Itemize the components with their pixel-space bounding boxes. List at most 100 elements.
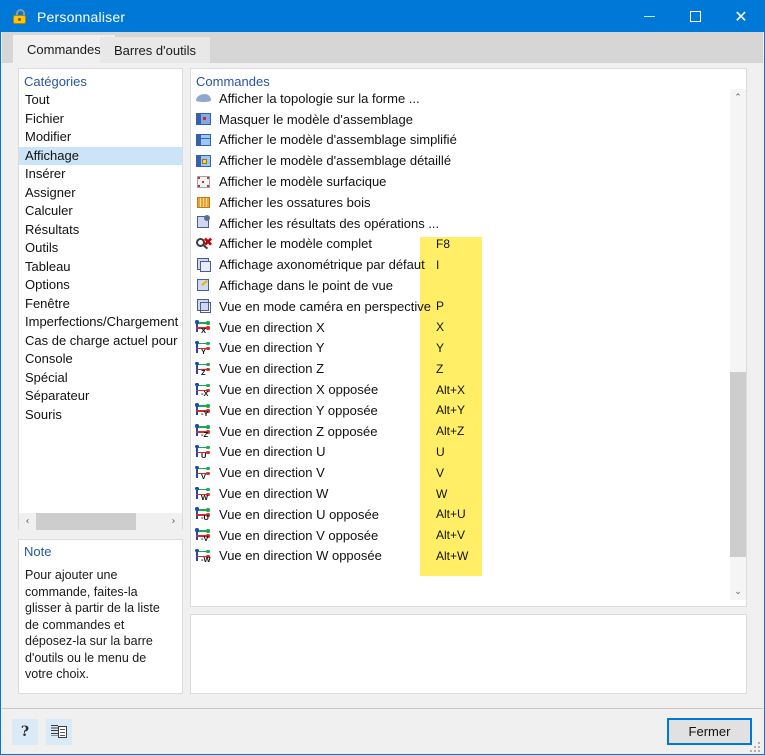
command-row[interactable]: Vue en mode caméra en perspective P (191, 296, 728, 317)
command-row[interactable]: -U Vue en direction U opposée Alt+U (191, 504, 728, 525)
command-label: Affichage dans le point de vue (219, 278, 393, 294)
category-item[interactable]: Résultats (19, 221, 182, 240)
category-item[interactable]: Fichier (19, 110, 182, 129)
command-row[interactable]: Afficher le modèle d'assemblage simplifi… (191, 130, 728, 151)
commands-list-viewport: Afficher la topologie sur la forme ... Ma… (191, 88, 746, 600)
perspective-camera-icon (195, 298, 213, 314)
close-icon: ✕ (734, 6, 748, 26)
command-row[interactable]: X Vue en direction X X (191, 317, 728, 338)
command-row[interactable]: W Vue en direction W W (191, 483, 728, 504)
category-item[interactable]: Cas de charge actuel pour les (19, 332, 182, 351)
tab-barres-doutils[interactable]: Barres d'outils (100, 37, 210, 63)
hscroll-thumb[interactable] (36, 513, 136, 530)
category-item[interactable]: Fenêtre (19, 295, 182, 314)
hscroll-track[interactable] (36, 513, 165, 530)
command-row[interactable]: U Vue en direction U U (191, 442, 728, 463)
command-label: Vue en direction V (219, 465, 325, 481)
command-row[interactable]: Afficher le modèle surfacique (191, 171, 728, 192)
scroll-down-icon[interactable]: ⌄ (730, 583, 746, 600)
commands-title: Commandes (196, 74, 270, 89)
command-row[interactable]: -Y Vue en direction Y opposée Alt+Y (191, 400, 728, 421)
command-label: Masquer le modèle d'assemblage (219, 111, 413, 127)
category-item[interactable]: Console (19, 350, 182, 369)
command-row[interactable]: Masquer le modèle d'assemblage (191, 109, 728, 130)
command-shortcut: Alt+U (436, 507, 466, 522)
lock-icon (12, 8, 28, 25)
title-bar: Personnaliser ✕ (1, 1, 764, 32)
minimize-icon (643, 16, 655, 17)
simplified-assembly-icon (195, 132, 213, 148)
command-shortcut: V (436, 465, 445, 480)
commands-vertical-scrollbar[interactable]: ⌃ ⌄ (730, 89, 746, 600)
category-item[interactable]: Options (19, 276, 182, 295)
topology-icon (195, 90, 213, 106)
dialog-footer: ? Fermer (2, 708, 763, 754)
dialog-client-area: Catégories Tout Fichier Modifier Affichage I… (2, 63, 763, 708)
command-row[interactable]: Affichage axonométrique par défaut I (191, 254, 728, 275)
minimize-button[interactable] (626, 1, 672, 32)
fermer-button[interactable]: Fermer (667, 718, 752, 745)
category-item[interactable]: Spécial (19, 369, 182, 388)
command-row[interactable]: V Vue en direction V V (191, 462, 728, 483)
preview-panel (190, 614, 747, 694)
command-shortcut: Z (436, 361, 444, 376)
command-shortcut: I (436, 257, 440, 272)
command-shortcut: Alt+Z (436, 424, 465, 439)
categories-horizontal-scrollbar[interactable]: ‹ › (19, 513, 182, 530)
command-row[interactable]: Z Vue en direction Z Z (191, 358, 728, 379)
command-label: Vue en direction Y opposée (219, 402, 378, 418)
command-row[interactable]: Affichage dans le point de vue (191, 275, 728, 296)
category-item[interactable]: Souris (19, 406, 182, 425)
command-row[interactable]: Afficher les ossatures bois (191, 192, 728, 213)
command-label: Afficher le modèle complet (219, 236, 372, 252)
help-icon: ? (20, 724, 30, 740)
command-row[interactable]: ✖ Afficher le modèle complet F8 (191, 234, 728, 255)
command-label: Afficher les ossatures bois (219, 194, 371, 210)
close-window-button[interactable]: ✕ (718, 1, 764, 32)
category-item[interactable]: Calculer (19, 202, 182, 221)
scroll-up-icon[interactable]: ⌃ (730, 89, 746, 106)
detailed-assembly-icon (195, 153, 213, 169)
command-row[interactable]: Afficher les résultats des opérations ..… (191, 213, 728, 234)
category-item[interactable]: Assigner (19, 184, 182, 203)
command-shortcut: Alt+Y (436, 403, 466, 418)
category-item[interactable]: Séparateur (19, 387, 182, 406)
category-item[interactable]: Affichage (19, 146, 182, 165)
category-item[interactable]: Tableau (19, 258, 182, 277)
resize-grip[interactable] (748, 740, 760, 752)
command-shortcut: Alt+X (436, 382, 466, 397)
timber-frame-icon (195, 194, 213, 210)
category-item[interactable]: Modifier (19, 128, 182, 147)
categories-list[interactable]: Tout Fichier Modifier Affichage Insérer Assig… (19, 91, 182, 529)
view-u-icon: U (195, 444, 213, 460)
commands-list[interactable]: Afficher la topologie sur la forme ... Ma… (191, 88, 728, 566)
maximize-button[interactable] (672, 1, 718, 32)
operations-results-icon (195, 215, 213, 231)
document-list-icon (51, 724, 67, 740)
help-button[interactable]: ? (12, 719, 38, 745)
command-row[interactable]: Afficher le modèle d'assemblage détaillé (191, 150, 728, 171)
command-label: Afficher le modèle d'assemblage simplifi… (219, 132, 457, 148)
scroll-left-icon[interactable]: ‹ (19, 513, 36, 530)
window-controls: ✕ (626, 1, 764, 32)
document-list-button[interactable] (46, 719, 72, 745)
view-minus-v-icon: -V (195, 527, 213, 543)
command-row[interactable]: Y Vue en direction Y Y (191, 338, 728, 359)
command-label: Vue en direction U (219, 444, 326, 460)
view-minus-x-icon: -X (195, 382, 213, 398)
categories-title: Catégories (24, 74, 87, 89)
command-label: Vue en direction Z opposée (219, 423, 378, 439)
command-label: Vue en direction V opposée (219, 527, 379, 543)
category-item[interactable]: Outils (19, 239, 182, 258)
command-row[interactable]: Afficher la topologie sur la forme ... (191, 88, 728, 109)
command-row[interactable]: -V Vue en direction V opposée Alt+V (191, 525, 728, 546)
command-row[interactable]: -Z Vue en direction Z opposée Alt+Z (191, 421, 728, 442)
customize-dialog: Personnaliser ✕ Commandes Barres d'outil… (0, 0, 765, 755)
scroll-right-icon[interactable]: › (165, 513, 182, 530)
category-item[interactable]: Tout (19, 91, 182, 110)
category-item[interactable]: Imperfections/Chargement act (19, 313, 182, 332)
command-row[interactable]: -W Vue en direction W opposée Alt+W (191, 546, 728, 567)
category-item[interactable]: Insérer (19, 165, 182, 184)
command-row[interactable]: -X Vue en direction X opposée Alt+X (191, 379, 728, 400)
vscroll-thumb[interactable] (730, 372, 746, 557)
